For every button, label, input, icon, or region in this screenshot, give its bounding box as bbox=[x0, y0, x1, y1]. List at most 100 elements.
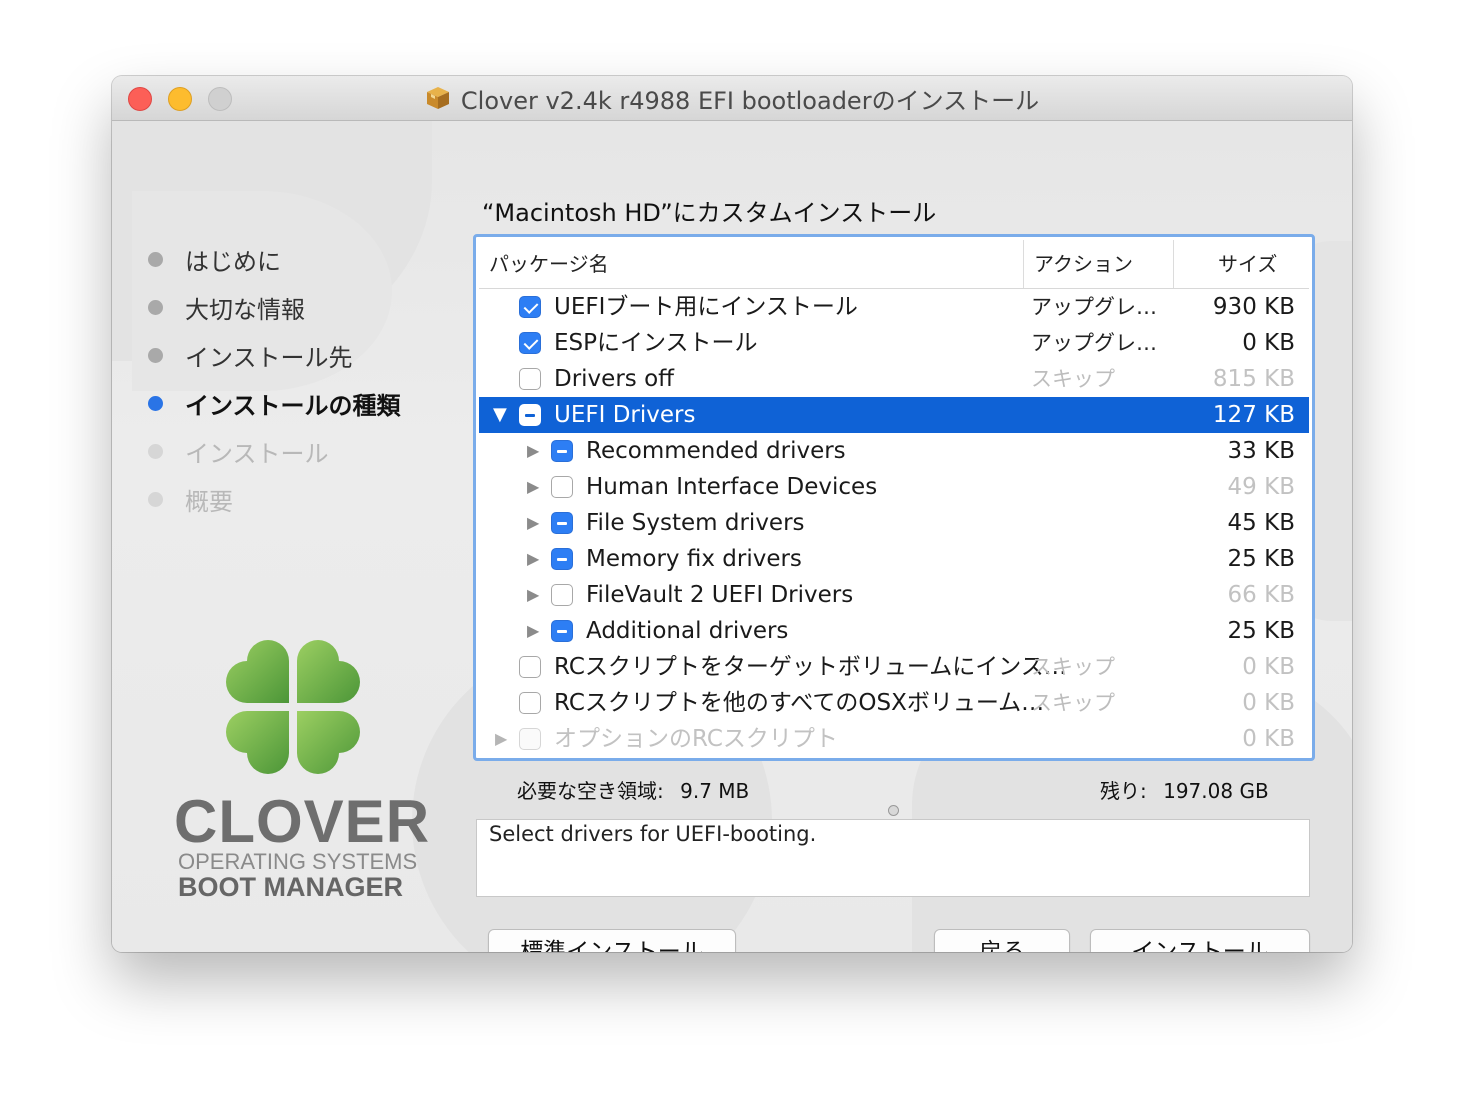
step-read-me: 大切な情報 bbox=[148, 283, 401, 331]
package-size: 127 KB bbox=[1212, 402, 1295, 428]
description-box: Select drivers for UEFI-booting. bbox=[476, 819, 1310, 897]
column-header-action[interactable]: アクション bbox=[1023, 240, 1174, 288]
package-size: 815 KB bbox=[1212, 366, 1295, 392]
package-action: スキップ bbox=[1031, 691, 1115, 715]
step-indicator bbox=[148, 395, 163, 411]
row-checkbox[interactable] bbox=[551, 476, 573, 498]
table-row[interactable]: ▶ Human Interface Devices 49 KB bbox=[479, 469, 1309, 505]
package-name: Memory fix drivers bbox=[586, 546, 802, 572]
table-header: パッケージ名 アクション サイズ bbox=[479, 240, 1309, 289]
step-indicator bbox=[148, 443, 163, 459]
package-name: UEFI Drivers bbox=[554, 402, 696, 428]
step-label: インストール先 bbox=[185, 343, 353, 372]
row-checkbox[interactable] bbox=[551, 512, 573, 534]
table-row[interactable]: UEFIブート用にインストール アップグレ… 930 KB bbox=[479, 289, 1309, 325]
remaining-value: 197.08 GB bbox=[1163, 779, 1269, 803]
window-title: Clover v2.4k r4988 EFI bootloaderのインストール bbox=[460, 86, 1040, 115]
row-checkbox[interactable] bbox=[519, 296, 541, 318]
table-row[interactable]: ▶ Additional drivers 25 KB bbox=[479, 613, 1309, 649]
back-button[interactable]: 戻る bbox=[934, 929, 1070, 952]
row-checkbox[interactable] bbox=[551, 584, 573, 606]
package-name: RCスクリプトを他のすべてのOSXボリューム… bbox=[554, 690, 1045, 716]
package-size: 33 KB bbox=[1227, 438, 1295, 464]
split-view-handle[interactable] bbox=[888, 805, 899, 816]
package-size: 25 KB bbox=[1227, 546, 1295, 572]
package-size: 0 KB bbox=[1242, 726, 1295, 752]
package-name: ESPにインストール bbox=[554, 330, 758, 356]
step-installation-type: インストールの種類 bbox=[148, 379, 401, 427]
space-required-value: 9.7 MB bbox=[680, 779, 750, 803]
row-checkbox[interactable] bbox=[551, 548, 573, 570]
table-row[interactable]: Drivers off スキップ 815 KB bbox=[479, 361, 1309, 397]
table-row[interactable]: RCスクリプトをターゲットボリュームにインス… スキップ 0 KB bbox=[479, 649, 1309, 685]
table-row[interactable]: ▶ Recommended drivers 33 KB bbox=[479, 433, 1309, 469]
step-introduction: はじめに bbox=[148, 235, 401, 283]
clover-logo-icon bbox=[226, 640, 360, 774]
step-installation: インストール bbox=[148, 427, 401, 475]
page-heading: “Macintosh HD”にカスタムインストール bbox=[482, 199, 937, 227]
package-size: 930 KB bbox=[1212, 294, 1295, 320]
step-indicator bbox=[148, 251, 163, 267]
package-name: オプションのRCスクリプト bbox=[554, 726, 838, 752]
step-indicator bbox=[148, 347, 163, 363]
row-checkbox[interactable] bbox=[519, 692, 541, 714]
step-label: インストール bbox=[185, 439, 329, 468]
package-table[interactable]: パッケージ名 アクション サイズ UEFIブート用にインストール アップグレ… … bbox=[473, 234, 1315, 761]
table-row[interactable]: ESPにインストール アップグレ… 0 KB bbox=[479, 325, 1309, 361]
step-label: はじめに bbox=[185, 247, 281, 276]
space-remaining: 残り: 197.08 GB bbox=[1100, 775, 1269, 804]
table-row[interactable]: ▶ オプションのRCスクリプト 0 KB bbox=[479, 721, 1309, 757]
package-name: Recommended drivers bbox=[586, 438, 846, 464]
package-name: Additional drivers bbox=[586, 618, 789, 644]
package-action: アップグレ… bbox=[1031, 295, 1157, 319]
package-size: 0 KB bbox=[1242, 654, 1295, 680]
row-checkbox[interactable] bbox=[551, 440, 573, 462]
package-size: 66 KB bbox=[1227, 582, 1295, 608]
disclosure-triangle-icon[interactable]: ▶ bbox=[527, 613, 539, 649]
disclosure-triangle-icon[interactable]: ▶ bbox=[495, 721, 507, 757]
disclosure-triangle-icon[interactable]: ▶ bbox=[527, 577, 539, 613]
package-size: 0 KB bbox=[1242, 330, 1295, 356]
logo-subtitle-bold: BOOT MANAGER bbox=[178, 872, 403, 902]
column-header-package[interactable]: パッケージ名 bbox=[489, 240, 609, 288]
disclosure-triangle-icon[interactable]: ▶ bbox=[527, 433, 539, 469]
installer-steps: はじめに 大切な情報 インストール先 インストールの種類 インストール 概要 bbox=[148, 235, 401, 523]
package-size: 0 KB bbox=[1242, 690, 1295, 716]
package-name: FileVault 2 UEFI Drivers bbox=[586, 582, 854, 608]
title-bar: Clover v2.4k r4988 EFI bootloaderのインストール bbox=[112, 76, 1352, 121]
table-row-selected[interactable]: ▼ UEFI Drivers 127 KB bbox=[479, 397, 1309, 433]
disclosure-triangle-icon[interactable]: ▶ bbox=[527, 469, 539, 505]
table-row[interactable]: ▶ FileVault 2 UEFI Drivers 66 KB bbox=[479, 577, 1309, 613]
package-size: 45 KB bbox=[1227, 510, 1295, 536]
package-name: UEFIブート用にインストール bbox=[554, 294, 858, 320]
package-action: スキップ bbox=[1031, 655, 1115, 679]
row-checkbox[interactable] bbox=[519, 332, 541, 354]
space-required: 必要な空き領域: 9.7 MB bbox=[517, 775, 749, 804]
disclosure-triangle-icon[interactable]: ▶ bbox=[527, 505, 539, 541]
row-checkbox[interactable] bbox=[551, 620, 573, 642]
package-name: Human Interface Devices bbox=[586, 474, 878, 500]
row-checkbox[interactable] bbox=[519, 368, 541, 390]
row-checkbox[interactable] bbox=[519, 404, 541, 426]
remaining-label: 残り: bbox=[1100, 779, 1147, 803]
installer-window: Clover v2.4k r4988 EFI bootloaderのインストール… bbox=[112, 76, 1352, 952]
package-icon bbox=[426, 87, 449, 109]
step-label: 概要 bbox=[185, 487, 233, 516]
install-button[interactable]: インストール bbox=[1090, 929, 1310, 952]
step-label: 大切な情報 bbox=[185, 295, 305, 324]
row-checkbox[interactable] bbox=[519, 656, 541, 678]
table-row[interactable]: ▶ Memory fix drivers 25 KB bbox=[479, 541, 1309, 577]
standard-install-button[interactable]: 標準インストール bbox=[488, 929, 736, 952]
step-indicator bbox=[148, 299, 163, 315]
table-row[interactable]: RCスクリプトを他のすべてのOSXボリューム… スキップ 0 KB bbox=[479, 685, 1309, 721]
package-name: Drivers off bbox=[554, 366, 674, 392]
description-text: Select drivers for UEFI-booting. bbox=[489, 822, 817, 846]
row-checkbox-disabled bbox=[519, 728, 541, 750]
disclosure-triangle-icon[interactable]: ▶ bbox=[527, 541, 539, 577]
step-label: インストールの種類 bbox=[185, 391, 401, 420]
package-size: 25 KB bbox=[1227, 618, 1295, 644]
column-header-size[interactable]: サイズ bbox=[1173, 240, 1308, 288]
disclosure-triangle-expanded-icon[interactable]: ▼ bbox=[493, 397, 507, 433]
step-summary: 概要 bbox=[148, 475, 401, 523]
table-row[interactable]: ▶ File System drivers 45 KB bbox=[479, 505, 1309, 541]
